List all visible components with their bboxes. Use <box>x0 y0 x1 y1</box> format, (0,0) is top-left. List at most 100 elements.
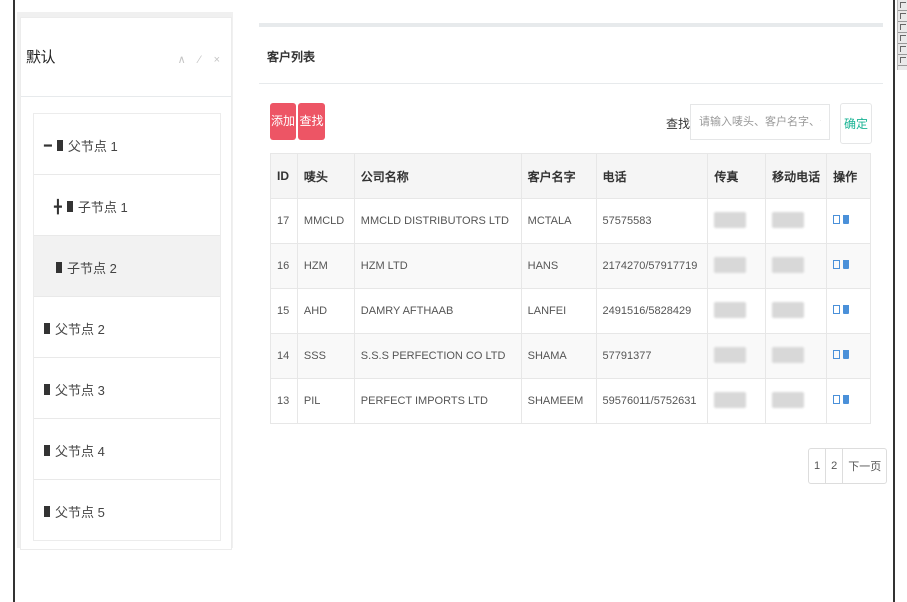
column-header: 电话 <box>595 153 709 199</box>
tree-item[interactable]: 父节点 2 <box>34 297 220 358</box>
page-title: 客户列表 <box>267 50 316 64</box>
expand-icon[interactable]: ╋ <box>54 199 62 215</box>
cell-actions <box>826 198 871 244</box>
cell-mark: SSS <box>296 333 355 379</box>
tree-item[interactable]: ━ 父节点 1 <box>34 114 220 175</box>
cell-company: MMCLD DISTRIBUTORS LTD <box>353 198 522 244</box>
delete-icon[interactable] <box>843 260 850 269</box>
find-button[interactable]: 查找 <box>298 103 325 140</box>
next-page-link[interactable]: 下一页 <box>843 449 886 483</box>
node-icon <box>56 140 63 151</box>
edit-icon[interactable] <box>833 215 841 224</box>
redacted-value <box>714 211 747 228</box>
cell-mobile <box>765 378 828 424</box>
column-header: 客户名字 <box>520 153 597 199</box>
add-button[interactable]: 添加 <box>270 103 296 140</box>
cell-customer: LANFEI <box>520 288 597 334</box>
sidebar-card: 默认 ∧ ⁄ × ━ 父节点 1 ╋ 子节点 1 子节点 2 父节点 2 父节点 3 父节点 … <box>20 17 232 550</box>
sidebar-header: 默认 ∧ ⁄ × <box>21 18 231 97</box>
edit-icon[interactable] <box>833 260 841 269</box>
tree-item[interactable]: 父节点 3 <box>34 358 220 419</box>
delete-icon[interactable] <box>843 395 850 404</box>
node-icon <box>56 262 62 273</box>
table-row[interactable]: 16 HZM HZM LTD HANS 2174270/57917719 <box>270 243 871 289</box>
column-header: 操作 <box>826 153 871 199</box>
cell-phone: 57791377 <box>595 333 709 379</box>
node-icon <box>44 445 50 456</box>
cell-mark: AHD <box>296 288 355 334</box>
panel-tools-icons[interactable]: ∧ ⁄ × <box>178 53 225 66</box>
table-row[interactable]: 15 AHD DAMRY AFTHAAB LANFEI 2491516/5828429 <box>270 288 871 334</box>
cell-phone: 57575583 <box>595 198 709 244</box>
page-link[interactable]: 1 <box>809 449 827 483</box>
node-icon <box>44 506 50 517</box>
cell-actions <box>826 333 871 379</box>
delete-icon[interactable] <box>843 305 850 314</box>
cell-company: DAMRY AFTHAAB <box>353 288 522 334</box>
tree-item-label: 父节点 1 <box>67 139 118 154</box>
cell-customer: MCTALA <box>520 198 597 244</box>
cell-mark: MMCLD <box>296 198 355 244</box>
redacted-value <box>772 256 805 273</box>
edit-icon[interactable] <box>833 395 841 404</box>
node-icon <box>66 201 73 212</box>
column-header: ID <box>270 153 298 199</box>
edit-icon[interactable] <box>833 350 841 359</box>
tree-view: ━ 父节点 1 ╋ 子节点 1 子节点 2 父节点 2 父节点 3 父节点 4 父节点 5 <box>33 113 221 541</box>
tree-item[interactable]: 父节点 5 <box>34 480 220 540</box>
cell-phone: 59576011/5752631 <box>595 378 709 424</box>
tree-item-label: 父节点 4 <box>55 444 105 459</box>
window-frame-left <box>13 0 15 602</box>
sidebar: 默认 ∧ ⁄ × ━ 父节点 1 ╋ 子节点 1 子节点 2 父节点 2 父节点 3 父节点 … <box>17 12 233 550</box>
tree-item-label: 子节点 1 <box>77 200 128 215</box>
cell-mobile <box>765 198 828 244</box>
tree-item[interactable]: ╋ 子节点 1 <box>34 175 220 236</box>
cell-company: S.S.S PERFECTION CO LTD <box>353 333 522 379</box>
redacted-value <box>772 301 805 318</box>
search-input[interactable] <box>690 104 830 140</box>
panel-divider <box>259 83 883 84</box>
tree-item-label: 父节点 3 <box>55 383 105 398</box>
cell-id: 13 <box>270 378 298 424</box>
cell-mark: PIL <box>296 378 355 424</box>
redacted-value <box>772 211 805 228</box>
redacted-value <box>714 346 747 363</box>
table-row[interactable]: 14 SSS S.S.S PERFECTION CO LTD SHAMA 5779137… <box>270 333 871 379</box>
column-header: 公司名称 <box>353 153 522 199</box>
cell-id: 14 <box>270 333 298 379</box>
redacted-value <box>714 256 747 273</box>
cell-id: 16 <box>270 243 298 289</box>
cell-fax <box>707 198 767 244</box>
cell-phone: 2491516/5828429 <box>595 288 709 334</box>
table-row[interactable]: 13 PIL PERFECT IMPORTS LTD SHAMEEM 59576011/… <box>270 378 871 424</box>
cell-company: HZM LTD <box>353 243 522 289</box>
cell-customer: SHAMEEM <box>520 378 597 424</box>
sidebar-title: 默认 <box>26 49 56 66</box>
cell-customer: SHAMA <box>520 333 597 379</box>
redacted-value <box>772 391 805 408</box>
table-row[interactable]: 17 MMCLD MMCLD DISTRIBUTORS LTD MCTALA 57575… <box>270 198 871 244</box>
confirm-button[interactable]: 确定 <box>840 103 872 144</box>
cell-customer: HANS <box>520 243 597 289</box>
window-frame-right <box>893 0 895 602</box>
tree-item[interactable]: 父节点 4 <box>34 419 220 480</box>
cell-mobile <box>765 288 828 334</box>
cell-company: PERFECT IMPORTS LTD <box>353 378 522 424</box>
cell-actions <box>826 243 871 289</box>
node-icon <box>44 323 50 334</box>
delete-icon[interactable] <box>843 350 850 359</box>
scrollbar[interactable] <box>897 0 907 70</box>
column-header: 传真 <box>707 153 767 199</box>
page-link[interactable]: 2 <box>826 449 844 483</box>
column-header: 移动电话 <box>765 153 828 199</box>
cell-fax <box>707 288 767 334</box>
redacted-value <box>714 391 747 408</box>
collapse-icon[interactable]: ━ <box>44 138 52 154</box>
delete-icon[interactable] <box>843 215 850 224</box>
cell-fax <box>707 333 767 379</box>
tree-item[interactable]: 子节点 2 <box>34 236 220 297</box>
cell-mobile <box>765 243 828 289</box>
pagination: 1 2 下一页 <box>808 448 888 484</box>
edit-icon[interactable] <box>833 305 841 314</box>
tree-item-label: 子节点 2 <box>67 261 117 276</box>
